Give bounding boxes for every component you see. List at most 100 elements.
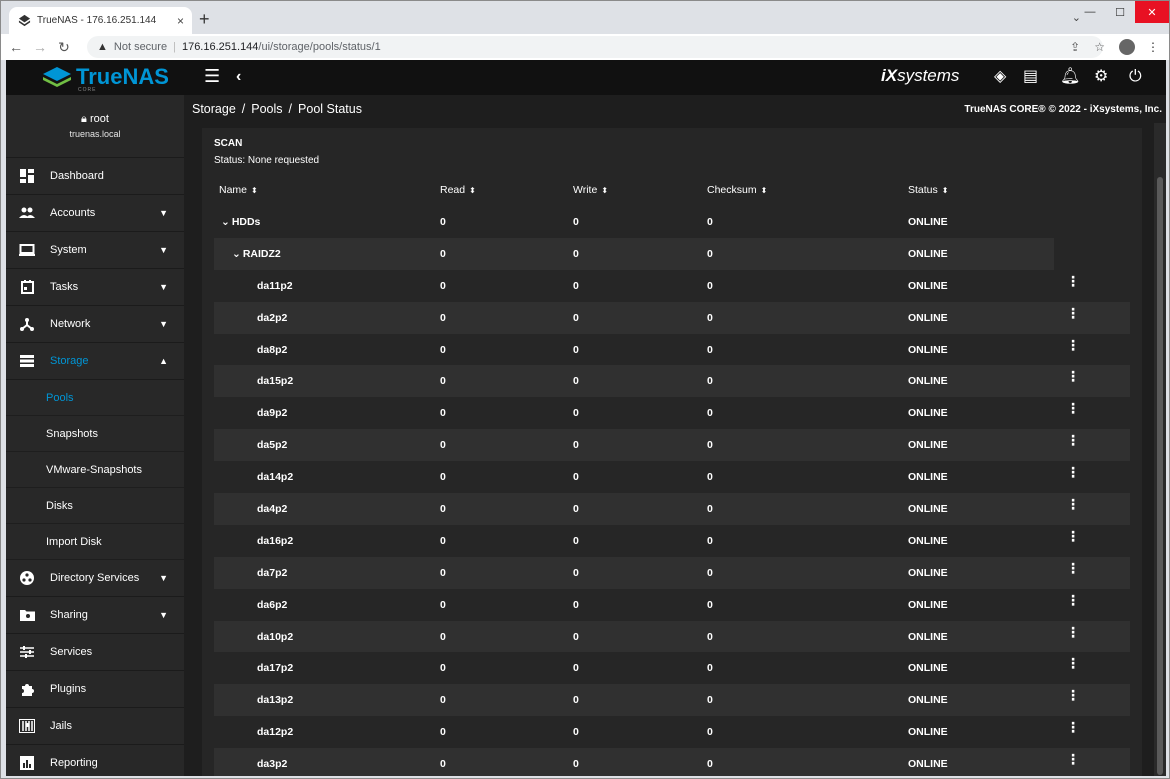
- disk-row[interactable]: da17p2 0 0 0 ONLINE ⋮: [214, 652, 1130, 684]
- hostname: truenas.local: [69, 129, 121, 139]
- row-actions-menu-icon[interactable]: ⋮: [1066, 497, 1080, 511]
- column-header-read[interactable]: Read ⬍: [440, 184, 476, 196]
- scan-section: SCAN Status: None requested: [214, 138, 319, 166]
- column-header-checksum[interactable]: Checksum ⬍: [707, 184, 767, 196]
- forward-icon[interactable]: →: [31, 39, 49, 55]
- profile-avatar[interactable]: [1119, 39, 1135, 55]
- disk-row[interactable]: da11p2 0 0 0 ONLINE ⋮: [214, 270, 1130, 302]
- new-tab-button[interactable]: +: [199, 10, 210, 28]
- power-icon[interactable]: ⏻: [1129, 67, 1142, 87]
- disk-row[interactable]: da15p2 0 0 0 ONLINE ⋮: [214, 365, 1130, 398]
- disk-row[interactable]: da12p2 0 0 0 ONLINE ⋮: [214, 716, 1130, 748]
- sidebar-item-dashboard[interactable]: Dashboard: [6, 158, 184, 195]
- sort-icon: ⬍: [601, 186, 609, 195]
- task-manager-icon[interactable]: ▤: [1023, 67, 1038, 87]
- maximize-icon[interactable]: ☐: [1105, 1, 1135, 23]
- cell-write: 0: [573, 311, 579, 324]
- sidebar-item-system[interactable]: System ▼: [6, 232, 184, 269]
- sidebar-item-accounts[interactable]: Accounts ▼: [6, 195, 184, 232]
- row-actions-menu-icon[interactable]: ⋮: [1066, 369, 1080, 383]
- column-header-write[interactable]: Write ⬍: [573, 184, 608, 196]
- row-actions-menu-icon[interactable]: ⋮: [1066, 656, 1080, 670]
- truenas-logo[interactable]: TrueNAS CORE: [42, 64, 169, 93]
- column-header-name[interactable]: Name ⬍: [219, 184, 258, 196]
- ixsystems-logo[interactable]: iXsystems: [881, 66, 959, 86]
- column-header-status[interactable]: Status ⬍: [908, 184, 948, 196]
- notifications-bell-icon[interactable]: 🔔︎: [1060, 67, 1080, 87]
- disk-row[interactable]: da8p2 0 0 0 ONLINE ⋮: [214, 334, 1130, 366]
- bookmark-star-icon[interactable]: ☆: [1094, 40, 1105, 54]
- sidebar-item-tasks[interactable]: Tasks ▼: [6, 269, 184, 306]
- pool-status-card: SCAN Status: None requested Name ⬍ Read ⬍ …: [202, 128, 1142, 776]
- row-actions-menu-icon[interactable]: ⋮: [1066, 306, 1080, 320]
- sidebar-item-directory-services[interactable]: Directory Services ▼: [6, 560, 184, 597]
- sort-icon: ⬍: [469, 186, 476, 195]
- sidebar-item-storage[interactable]: Storage ▲: [6, 343, 184, 380]
- not-secure-warning-icon[interactable]: ▲: [97, 41, 108, 53]
- copyright-notice[interactable]: TrueNAS CORE® © 2022 - iXsystems, Inc.: [964, 104, 1162, 115]
- row-actions-menu-icon[interactable]: ⋮: [1066, 688, 1080, 702]
- row-actions-menu-icon[interactable]: ⋮: [1066, 561, 1080, 575]
- vendor-logo-text: systems: [897, 66, 960, 85]
- expand-chevron-icon[interactable]: ⌄: [232, 248, 241, 260]
- row-actions-menu-icon[interactable]: ⋮: [1066, 720, 1080, 734]
- disk-row[interactable]: da2p2 0 0 0 ONLINE ⋮: [214, 301, 1130, 334]
- share-icon[interactable]: ⇪: [1070, 40, 1080, 54]
- sidebar-item-sharing[interactable]: Sharing ▼: [6, 597, 184, 634]
- disk-row[interactable]: da9p2 0 0 0 ONLINE ⋮: [214, 397, 1130, 429]
- browser-tab[interactable]: TrueNAS - 176.16.251.144 ×: [9, 7, 192, 34]
- row-actions-menu-icon[interactable]: ⋮: [1066, 338, 1080, 352]
- address-bar[interactable]: ▲ Not secure | 176.16.251.144/ui/storage…: [87, 36, 1103, 58]
- minimize-icon[interactable]: —: [1075, 1, 1105, 23]
- row-actions-menu-icon[interactable]: ⋮: [1066, 274, 1080, 288]
- sidebar-subitem-snapshots[interactable]: Snapshots: [6, 416, 184, 452]
- page-scrollbar[interactable]: [1154, 123, 1166, 776]
- chevron-up-icon: ▲: [159, 356, 168, 366]
- disk-row[interactable]: da14p2 0 0 0 ONLINE ⋮: [214, 461, 1130, 493]
- sidebar-subitem-disks[interactable]: Disks: [6, 488, 184, 524]
- vdev-row[interactable]: ⌄ RAIDZ2 0 0 0 ONLINE: [214, 237, 1054, 270]
- directory-services-icon: [16, 571, 38, 585]
- row-actions-menu-icon[interactable]: ⋮: [1066, 401, 1080, 415]
- row-actions-menu-icon[interactable]: ⋮: [1066, 625, 1080, 639]
- row-actions-menu-icon[interactable]: ⋮: [1066, 433, 1080, 447]
- truecommand-icon[interactable]: ◈: [994, 67, 1006, 87]
- disk-row[interactable]: da13p2 0 0 0 ONLINE ⋮: [214, 684, 1130, 717]
- pool-row[interactable]: ⌄ HDDs 0 0 0 ONLINE: [214, 206, 1130, 238]
- disk-row[interactable]: da6p2 0 0 0 ONLINE ⋮: [214, 589, 1130, 621]
- collapse-sidebar-icon[interactable]: ‹: [236, 67, 241, 87]
- sidebar-item-network[interactable]: Network ▼: [6, 306, 184, 343]
- hamburger-menu-icon[interactable]: ☰: [204, 66, 220, 86]
- row-actions-menu-icon[interactable]: ⋮: [1066, 752, 1080, 766]
- scrollbar-thumb[interactable]: [1157, 177, 1163, 775]
- close-window-icon[interactable]: ✕: [1135, 1, 1169, 23]
- reload-icon[interactable]: ↻: [55, 39, 73, 56]
- back-icon[interactable]: ←: [7, 39, 25, 55]
- row-actions-menu-icon[interactable]: ⋮: [1066, 593, 1080, 607]
- expand-chevron-icon[interactable]: ⌄: [221, 216, 230, 228]
- sidebar-subitem-import-disk[interactable]: Import Disk: [6, 524, 184, 560]
- sidebar-item-reporting[interactable]: Reporting: [6, 745, 184, 776]
- breadcrumb-storage[interactable]: Storage: [192, 102, 236, 116]
- cell-status: ONLINE: [908, 758, 948, 771]
- cell-status: ONLINE: [908, 534, 948, 547]
- browser-menu-icon[interactable]: ⋮: [1147, 40, 1159, 54]
- sidebar-subitem-vmware-snapshots[interactable]: VMware-Snapshots: [6, 452, 184, 488]
- sidebar-subitem-pools[interactable]: Pools: [6, 380, 184, 416]
- cell-status: ONLINE: [908, 566, 948, 579]
- disk-row[interactable]: da10p2 0 0 0 ONLINE ⋮: [214, 620, 1130, 653]
- sidebar-item-jails[interactable]: Jails: [6, 708, 184, 745]
- disk-row[interactable]: da3p2 0 0 0 ONLINE ⋮: [214, 748, 1130, 776]
- row-actions-menu-icon[interactable]: ⋮: [1066, 465, 1080, 479]
- tab-close-icon[interactable]: ×: [177, 14, 184, 28]
- cell-read: 0: [440, 439, 446, 452]
- disk-row[interactable]: da7p2 0 0 0 ONLINE ⋮: [214, 556, 1130, 589]
- disk-row[interactable]: da16p2 0 0 0 ONLINE ⋮: [214, 525, 1130, 557]
- breadcrumb-pools[interactable]: Pools: [251, 102, 282, 116]
- disk-row[interactable]: da5p2 0 0 0 ONLINE ⋮: [214, 429, 1130, 462]
- row-actions-menu-icon[interactable]: ⋮: [1066, 529, 1080, 543]
- sidebar-item-services[interactable]: Services: [6, 634, 184, 671]
- sidebar-item-plugins[interactable]: Plugins: [6, 671, 184, 708]
- disk-row[interactable]: da4p2 0 0 0 ONLINE ⋮: [214, 493, 1130, 525]
- settings-gear-icon[interactable]: ⚙: [1094, 67, 1108, 87]
